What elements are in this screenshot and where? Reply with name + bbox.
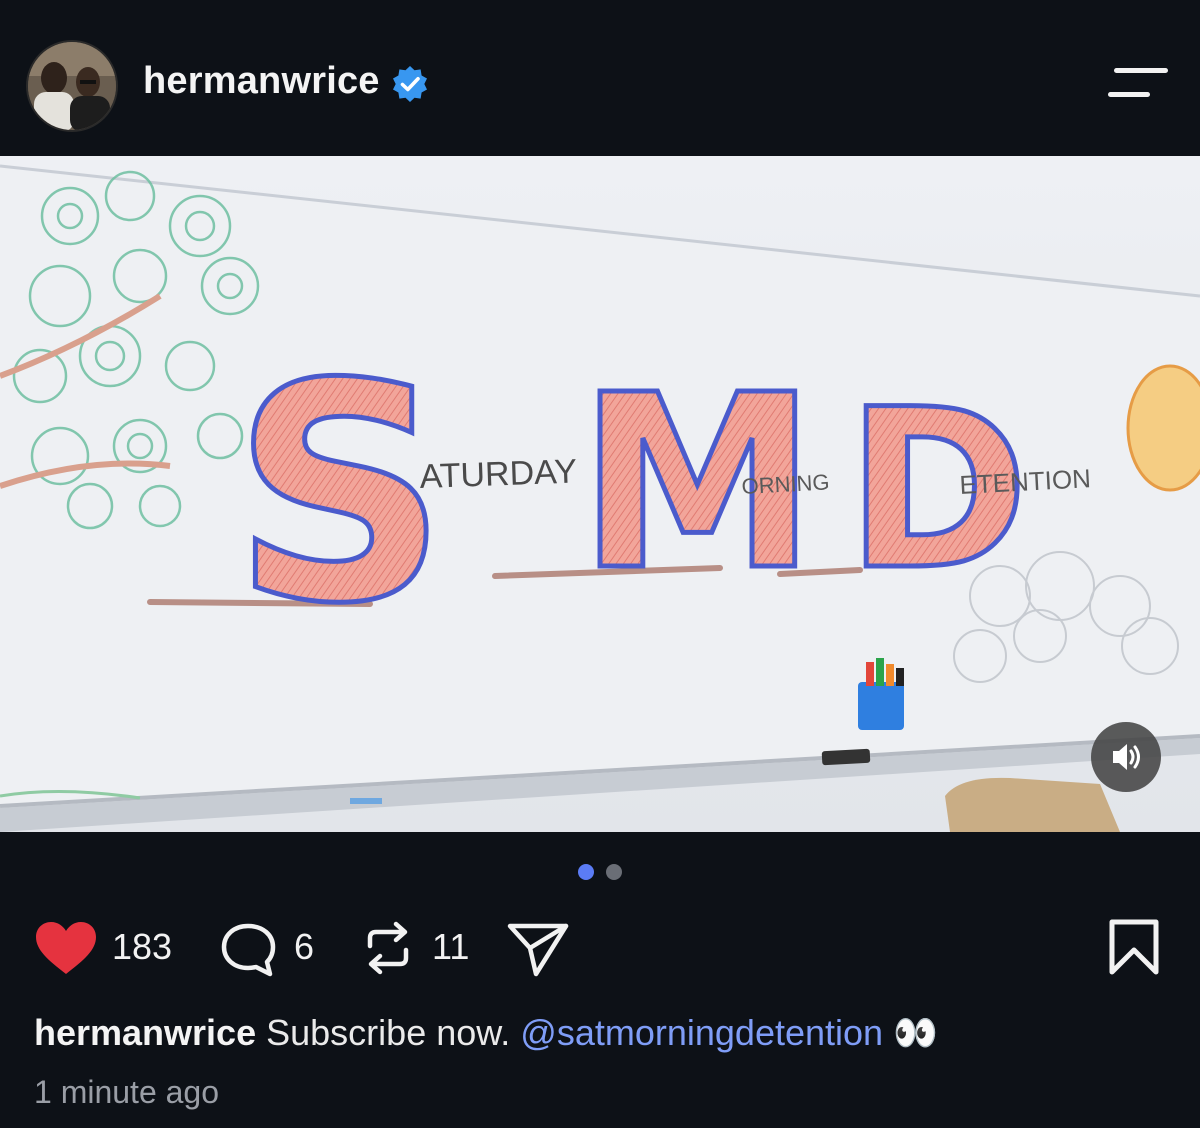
comment-bubble-icon[interactable] [218,920,280,978]
carousel-dot-active[interactable] [578,864,594,880]
repost-icon[interactable] [360,918,416,978]
comment-count: 6 [294,926,315,967]
board-letter-s: S [232,320,448,669]
caption-text: Subscribe now. [266,1012,511,1053]
speaker-icon [1113,744,1140,770]
carousel-dot[interactable] [606,864,622,880]
caption-username[interactable]: hermanwrice [34,1012,256,1053]
post-header: hermanwrice [0,0,1200,156]
avatar[interactable] [28,42,116,130]
share-send-icon[interactable] [506,920,570,978]
carousel-indicator [578,864,624,882]
post-actions: 183 6 11 [0,910,1200,990]
like-count: 183 [112,926,173,967]
like-heart-icon[interactable] [34,920,98,976]
caption-mention-link[interactable]: @satmorningdetention [520,1012,883,1053]
menu-line-bottom [1108,92,1150,97]
menu-button[interactable] [1108,66,1170,100]
verified-badge-icon [393,66,427,102]
post-username[interactable]: hermanwrice [143,60,380,103]
bookmark-icon[interactable] [1106,918,1162,978]
menu-line-top [1114,68,1168,73]
whiteboard-image: S M D ATURDAY ORNING ETENTION [0,156,1200,832]
post-timestamp: 1 minute ago [34,1074,220,1110]
post-caption: hermanwrice Subscribe now. @satmorningde… [34,1012,1174,1054]
avatar-photo [28,42,116,130]
repost-count: 11 [432,926,470,967]
board-word-saturday: ATURDAY [419,453,578,496]
board-word-morning: ORNING [741,469,830,499]
post-media-video[interactable]: S M D ATURDAY ORNING ETENTION [0,156,1200,832]
sound-toggle-button[interactable] [1091,722,1161,792]
caption-emoji: 👀 [893,1012,938,1053]
